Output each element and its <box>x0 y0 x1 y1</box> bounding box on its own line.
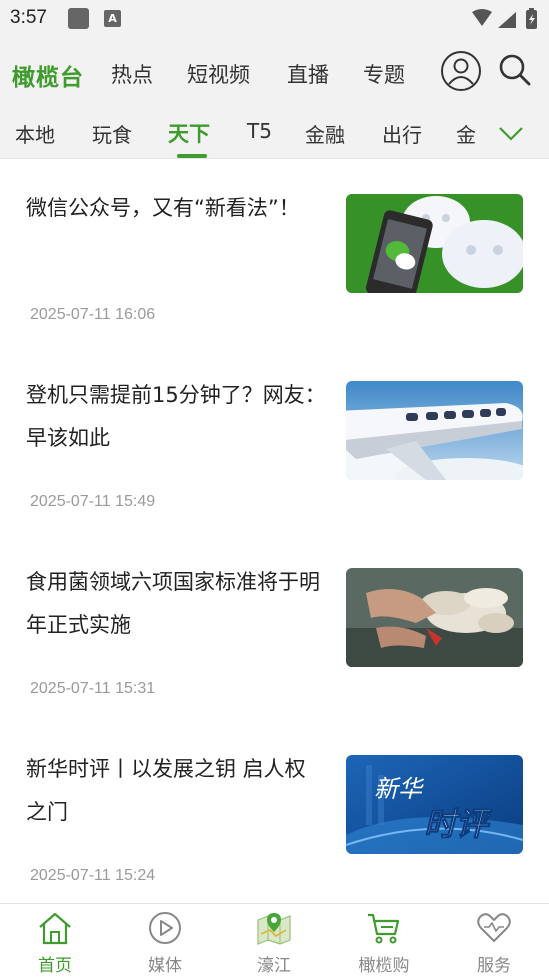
nav-item-topics[interactable]: 专题 <box>363 59 405 89</box>
tab-world[interactable]: 天下 <box>168 118 210 148</box>
list-item[interactable]: 微信公众号，又有“新看法”！ 2025-07-11 16:06 <box>0 159 549 346</box>
article-thumbnail[interactable]: 新华 时评 <box>346 755 523 854</box>
list-item[interactable]: 登机只需提前15分钟了？网友：早该如此 2025-07-11 15:49 <box>0 346 549 533</box>
mushroom-harvest-image <box>346 568 523 667</box>
xinhua-title-text: 新华 <box>374 775 425 803</box>
status-bar: 3:57 A <box>0 0 549 38</box>
notification-icon <box>68 8 89 29</box>
bottom-nav-label: 橄榄购 <box>358 956 410 976</box>
article-date: 2025-07-11 15:31 <box>30 680 156 697</box>
airplane-image <box>346 381 523 480</box>
bottom-nav-label: 服务 <box>477 956 511 976</box>
status-time: 3:57 <box>10 7 47 28</box>
home-icon <box>39 912 71 945</box>
bottom-nav-services[interactable]: 服务 <box>439 904 549 977</box>
wechat-phone-image <box>346 194 523 293</box>
tab-local[interactable]: 本地 <box>15 119 55 148</box>
article-title[interactable]: 食用菌领域六项国家标准将于明年正式实施 <box>26 561 326 647</box>
article-title[interactable]: 登机只需提前15分钟了？网友：早该如此 <box>26 374 326 460</box>
bottom-nav-media[interactable]: 媒体 <box>110 904 220 977</box>
list-item[interactable]: 新华时评丨以发展之钥 启人权之门 2025-07-11 15:24 新华 时评 <box>0 720 549 903</box>
article-title[interactable]: 微信公众号，又有“新看法”！ <box>26 187 326 230</box>
bottom-nav-label: 首页 <box>38 956 72 976</box>
bottom-nav: 首页 媒体 濠江 橄榄购 服务 <box>0 903 549 977</box>
bottom-nav-label: 媒体 <box>148 956 182 976</box>
chevron-down-icon[interactable] <box>497 119 525 147</box>
bottom-nav-macau[interactable]: 濠江 <box>219 904 329 977</box>
nav-item-live[interactable]: 直播 <box>287 59 329 89</box>
user-icon[interactable] <box>440 50 482 92</box>
shopping-cart-icon <box>368 913 400 944</box>
notification-a-icon: A <box>104 10 121 27</box>
tab-gold-partial[interactable]: 金 <box>456 119 476 148</box>
article-date: 2025-07-11 16:06 <box>30 306 156 323</box>
system-status-icons <box>472 8 537 29</box>
active-tab-indicator <box>177 154 207 158</box>
brand-logo[interactable]: 橄榄台 <box>12 58 84 92</box>
article-date: 2025-07-11 15:49 <box>30 493 156 510</box>
xinhua-commentary-image: 新华 时评 <box>346 755 523 854</box>
channel-tabs: 本地 玩食 天下 T5 金融 出行 金 <box>0 104 549 159</box>
article-thumbnail[interactable] <box>346 568 523 667</box>
bottom-nav-home[interactable]: 首页 <box>0 904 110 977</box>
top-nav: 橄榄台 热点 短视频 直播 专题 <box>0 38 549 104</box>
tab-travel[interactable]: 出行 <box>382 119 422 148</box>
play-icon <box>149 912 181 944</box>
article-title[interactable]: 新华时评丨以发展之钥 启人权之门 <box>26 748 326 834</box>
search-icon[interactable] <box>498 53 532 87</box>
bottom-nav-label: 濠江 <box>257 956 291 976</box>
bottom-nav-shop[interactable]: 橄榄购 <box>329 904 439 977</box>
tab-food[interactable]: 玩食 <box>92 119 132 148</box>
article-date: 2025-07-11 15:24 <box>30 867 156 884</box>
map-pin-icon <box>257 913 291 945</box>
nav-item-short-video[interactable]: 短视频 <box>187 59 250 89</box>
tab-finance[interactable]: 金融 <box>305 119 345 148</box>
article-thumbnail[interactable] <box>346 381 523 480</box>
article-thumbnail[interactable] <box>346 194 523 293</box>
list-item[interactable]: 食用菌领域六项国家标准将于明年正式实施 2025-07-11 15:31 <box>0 533 549 720</box>
xinhua-commentary-text: 时评 <box>424 805 493 843</box>
nav-item-hot[interactable]: 热点 <box>111 59 153 89</box>
heart-icon <box>477 913 511 942</box>
tab-t5[interactable]: T5 <box>247 119 272 143</box>
news-feed[interactable]: 微信公众号，又有“新看法”！ 2025-07-11 16:06 登机只需提前15… <box>0 159 549 903</box>
